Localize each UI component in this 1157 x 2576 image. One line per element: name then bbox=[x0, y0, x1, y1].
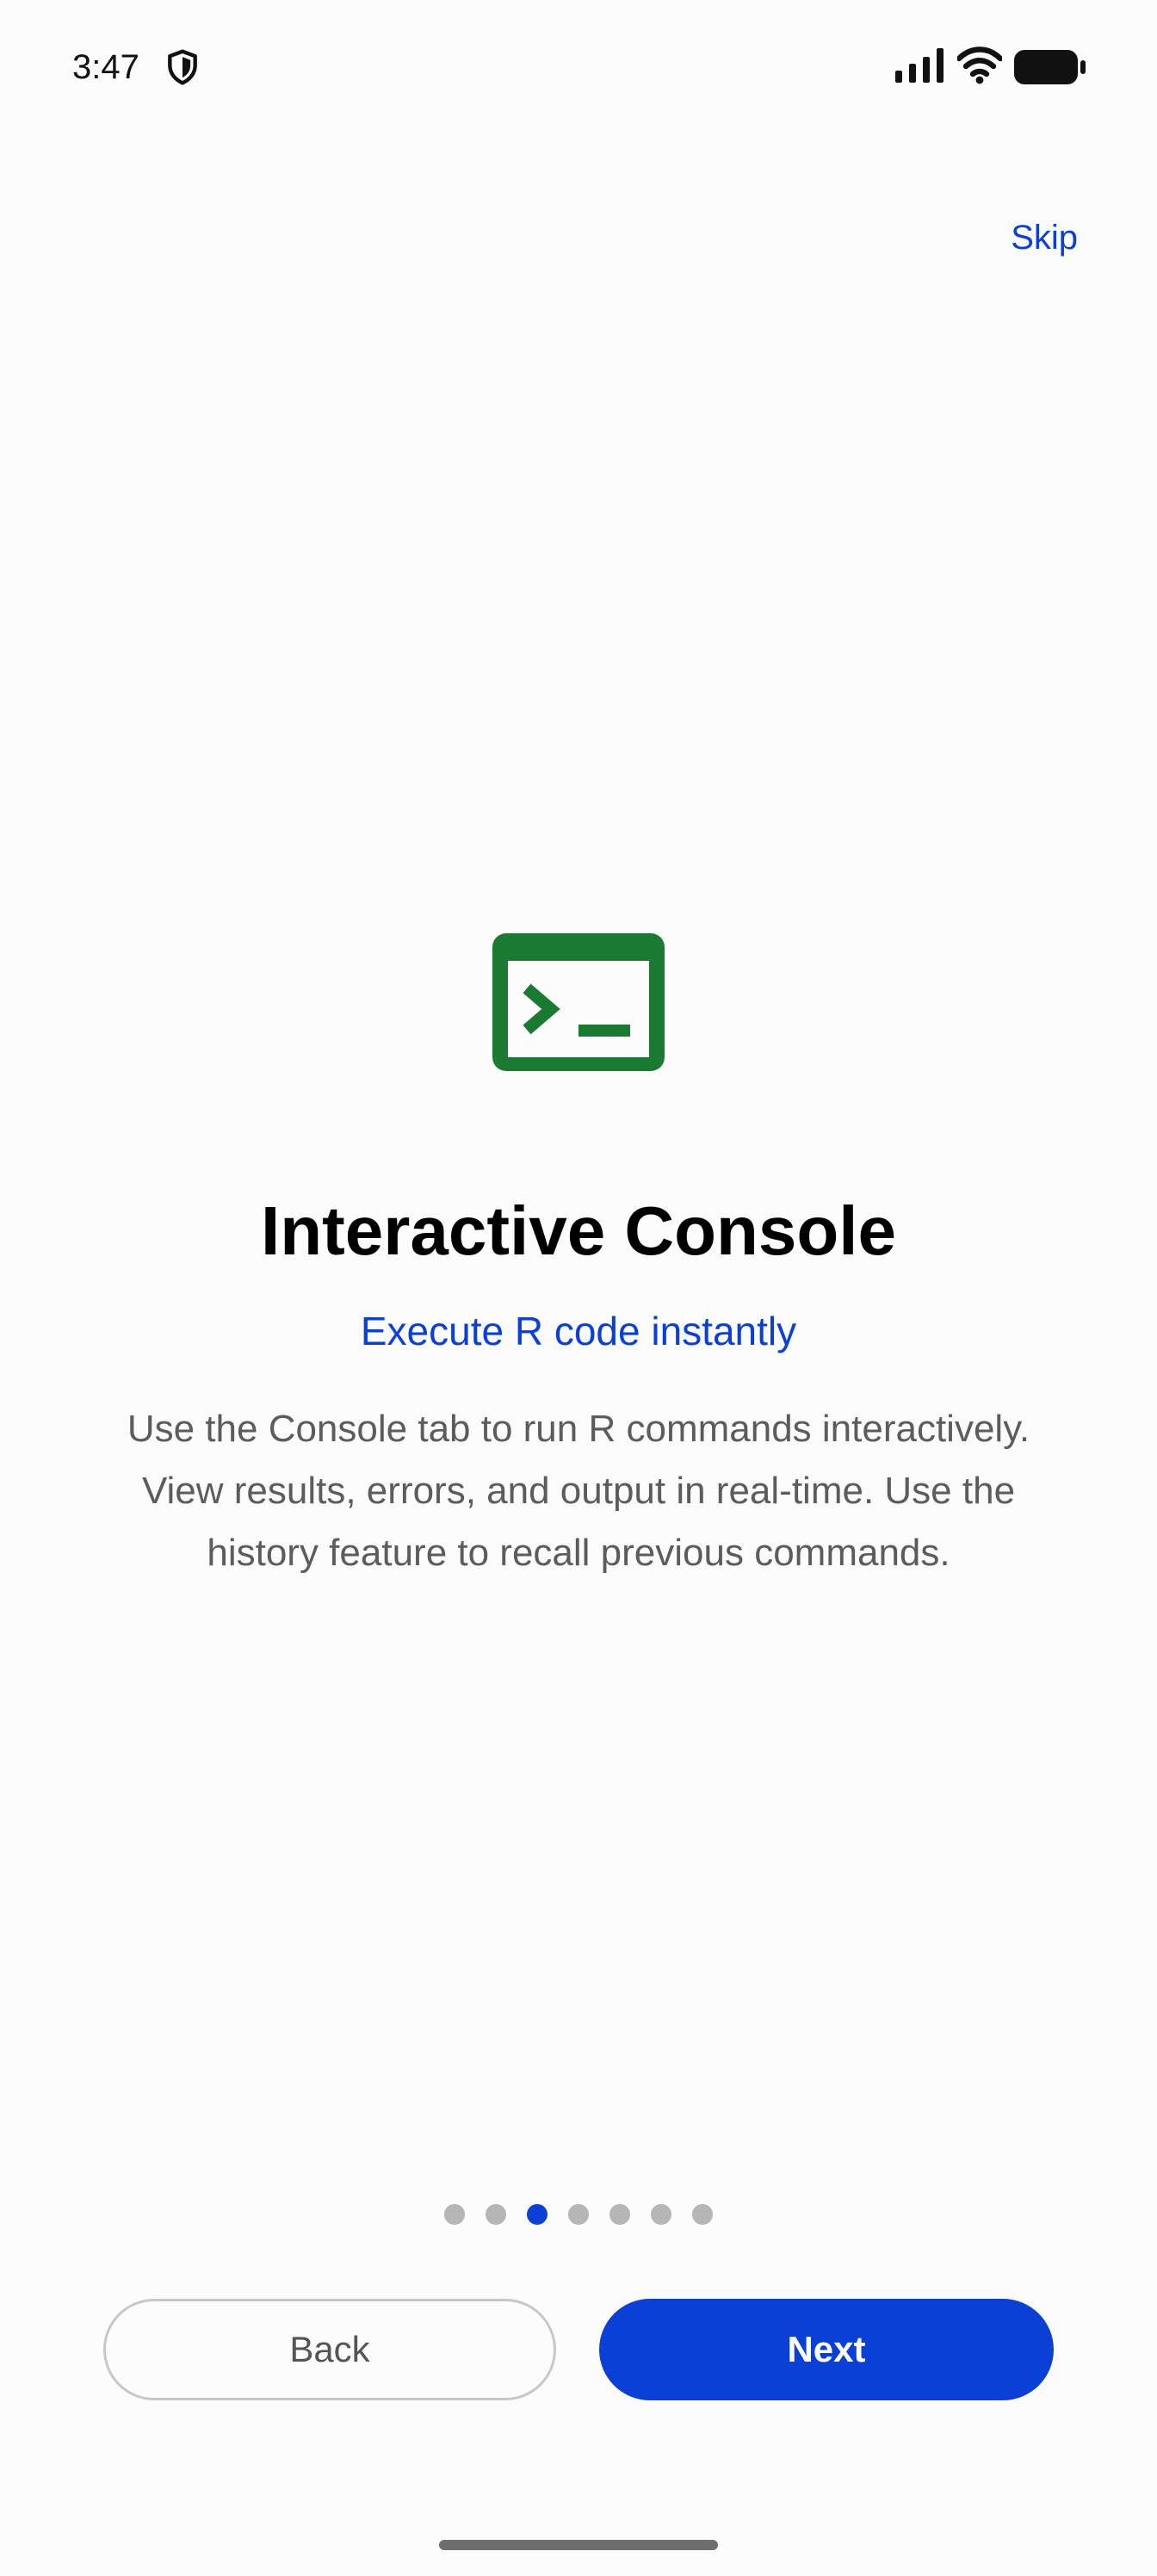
slide-description: Use the Console tab to run R commands in… bbox=[127, 1408, 1030, 1574]
page-dot bbox=[692, 2204, 713, 2225]
page-dot bbox=[527, 2204, 548, 2225]
signal-icon bbox=[895, 48, 944, 83]
next-button[interactable]: Next bbox=[599, 2299, 1054, 2400]
page-dot bbox=[609, 2204, 630, 2225]
console-icon bbox=[492, 933, 665, 1071]
slide-title: Interactive Console bbox=[260, 1192, 896, 1269]
status-time: 3:47 bbox=[72, 48, 139, 86]
onboarding-screen: 3:47 Skip Interactive Console Execute R … bbox=[0, 0, 1157, 2576]
page-dot bbox=[651, 2204, 671, 2225]
page-indicator bbox=[0, 2204, 1157, 2228]
back-button[interactable]: Back bbox=[103, 2299, 556, 2400]
battery-icon bbox=[1014, 50, 1086, 84]
status-bar: 3:47 bbox=[0, 0, 1157, 138]
shield-icon bbox=[168, 49, 197, 85]
wifi-icon bbox=[957, 46, 1002, 84]
home-indicator[interactable] bbox=[439, 2540, 718, 2550]
slide-subtitle: Execute R code instantly bbox=[360, 1309, 797, 1353]
page-dot bbox=[568, 2204, 589, 2225]
skip-button[interactable]: Skip bbox=[1011, 214, 1078, 262]
page-dot bbox=[486, 2204, 506, 2225]
page-dot bbox=[444, 2204, 465, 2225]
